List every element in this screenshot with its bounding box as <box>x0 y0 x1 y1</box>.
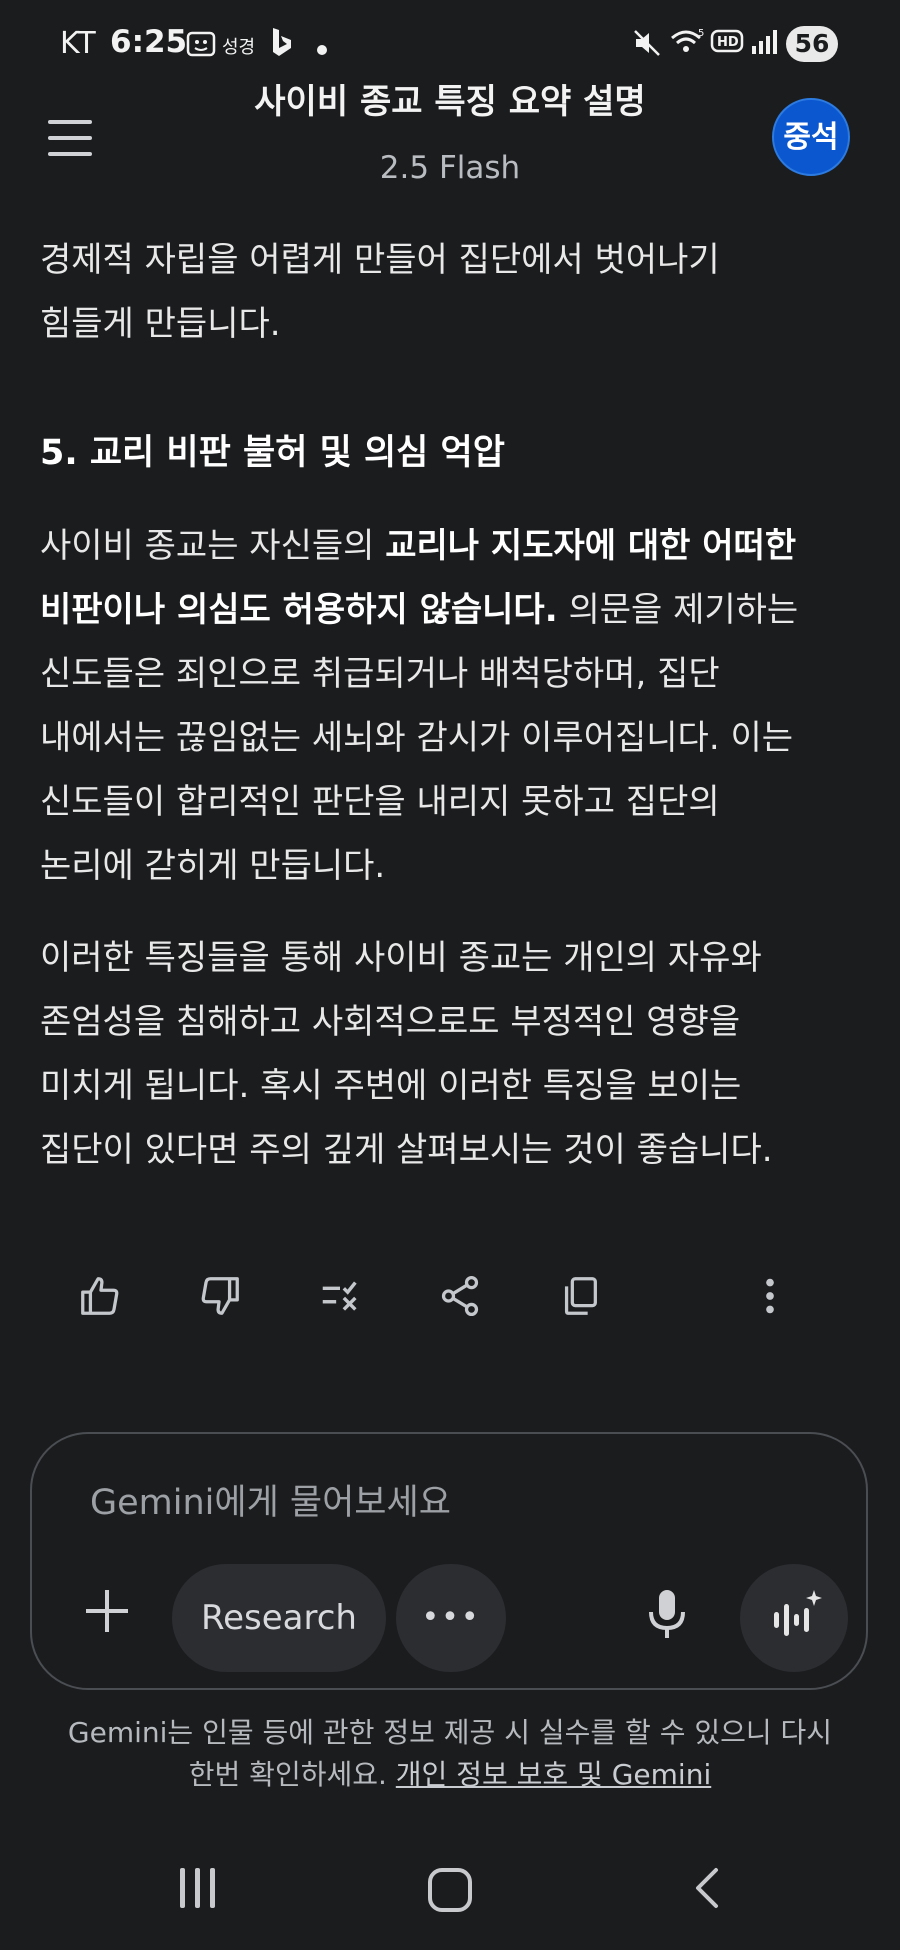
bold-text: 교리나 지도자에 대한 어떠한 <box>385 526 797 566</box>
text-span: 의문을 제기하는 <box>557 590 799 630</box>
text-line: 사이비 종교는 자신들의 교리나 지도자에 대한 어떠한 <box>40 514 798 578</box>
status-time: 6:25 <box>110 24 188 60</box>
add-icon[interactable] <box>80 1584 134 1638</box>
paragraph: 이러한 특징들을 통해 사이비 종교는 개인의 자유와 존엄성을 침해하고 사회… <box>40 926 773 1182</box>
response-actions <box>0 1268 900 1324</box>
disclaimer: Gemini는 인물 등에 관한 정보 제공 시 실수를 할 수 있으니 다시 … <box>40 1712 860 1796</box>
text-line: 이러한 특징들을 통해 사이비 종교는 개인의 자유와 <box>40 938 762 978</box>
carrier-label: KT <box>60 26 96 61</box>
model-label[interactable]: 2.5 Flash <box>0 150 900 186</box>
live-button[interactable] <box>740 1564 848 1672</box>
share-icon[interactable] <box>432 1268 488 1324</box>
screenshot-icon <box>186 30 216 64</box>
disclaimer-text: 한번 확인하세요. <box>188 1758 396 1791</box>
paragraph: 경제적 자립을 어렵게 만들어 집단에서 벗어나기 힘들게 만듭니다. <box>40 228 720 356</box>
text-line: 내에서는 끊임없는 세뇌와 감시가 이루어집니다. 이는 <box>40 718 794 758</box>
screen: KT 6:25 성경 5 HD 56 사이비 종교 특징 요약 설명 2.5 F… <box>0 0 900 1950</box>
avatar[interactable]: 중석 <box>772 98 850 176</box>
mute-icon <box>632 28 662 64</box>
prompt-box[interactable]: Gemini에게 물어보세요 Research ••• <box>30 1432 868 1690</box>
more-vert-icon[interactable] <box>742 1268 798 1324</box>
modify-response-icon[interactable] <box>312 1268 368 1324</box>
thumbs-up-icon[interactable] <box>72 1268 128 1324</box>
text-span: 사이비 종교는 자신들의 <box>40 526 386 566</box>
research-button[interactable]: Research <box>172 1564 386 1672</box>
hd-voice-icon: HD <box>710 28 744 62</box>
text-line: 미치게 됩니다. 혹시 주변에 이러한 특징을 보이는 <box>40 1066 742 1106</box>
text-line: 신도들이 합리적인 판단을 내리지 못하고 집단의 <box>40 782 720 822</box>
section-heading: 5. 교리 비판 불허 및 의심 억압 <box>40 433 505 473</box>
text-line: 신도들은 죄인으로 취급되거나 배척당하며, 집단 <box>40 654 720 694</box>
chat-title[interactable]: 사이비 종교 특징 요약 설명 <box>0 74 900 123</box>
disclaimer-line: Gemini는 인물 등에 관한 정보 제공 시 실수를 할 수 있으니 다시 <box>67 1716 833 1749</box>
text-line: 존엄성을 침해하고 사회적으로도 부정적인 영향을 <box>40 1002 741 1042</box>
prompt-input[interactable]: Gemini에게 물어보세요 <box>90 1474 451 1525</box>
text-line: 비판이나 의심도 허용하지 않습니다. 의문을 제기하는 <box>40 578 798 642</box>
copy-icon[interactable] <box>552 1268 608 1324</box>
home-icon[interactable] <box>428 1868 472 1912</box>
signal-icon <box>750 28 778 62</box>
battery-indicator: 56 <box>786 26 838 62</box>
text-line: 논리에 갇히게 만듭니다. <box>40 846 386 886</box>
text-line: 집단이 있다면 주의 깊게 살펴보시는 것이 좋습니다. <box>40 1130 773 1170</box>
bing-icon <box>268 26 294 64</box>
paragraph: 사이비 종교는 자신들의 교리나 지도자에 대한 어떠한 비판이나 의심도 허용… <box>40 514 798 898</box>
live-waveform-icon <box>774 1590 822 1636</box>
text-line: 경제적 자립을 어렵게 만들어 집단에서 벗어나기 <box>40 240 720 280</box>
svg-text:HD: HD <box>717 35 739 50</box>
text-line: 힘들게 만듭니다. <box>40 304 281 344</box>
bold-text: 비판이나 의심도 허용하지 않습니다. <box>40 590 558 630</box>
dot-icon <box>316 34 328 62</box>
thumbs-down-icon[interactable] <box>192 1268 248 1324</box>
recent-apps-icon[interactable] <box>178 1868 218 1908</box>
disclaimer-line: 한번 확인하세요. 개인 정보 보호 및 Gemini <box>40 1754 860 1796</box>
back-icon[interactable] <box>686 1864 726 1912</box>
notification-text: 성경 <box>222 37 256 58</box>
more-tools-button[interactable]: ••• <box>396 1564 506 1672</box>
mic-icon[interactable] <box>642 1586 692 1642</box>
privacy-link[interactable]: 개인 정보 보호 및 Gemini <box>396 1758 711 1791</box>
wifi-icon: 5 <box>670 26 706 64</box>
svg-text:5: 5 <box>698 28 704 39</box>
